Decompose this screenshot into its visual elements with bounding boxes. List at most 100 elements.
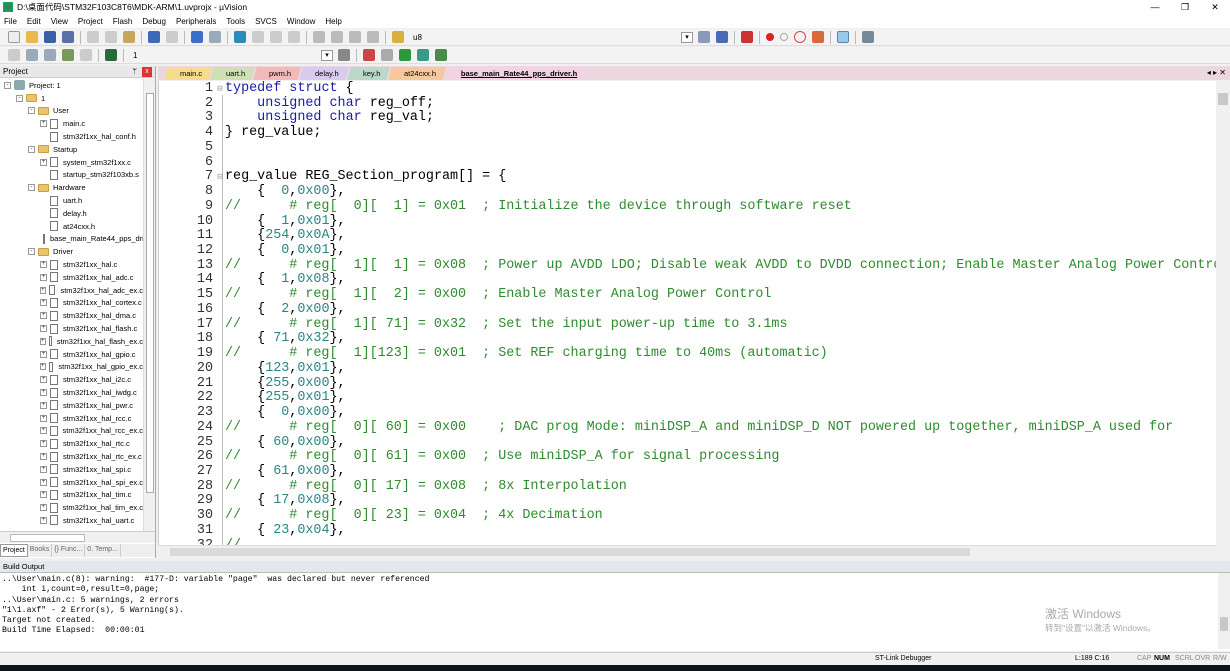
tree-file-item[interactable]: + system_stm32f1xx.c (0, 156, 143, 169)
menu-file[interactable]: File (4, 17, 17, 26)
collapse-icon[interactable]: - (16, 94, 23, 102)
insert-breakpoint-icon[interactable] (766, 33, 774, 41)
tree-file-item[interactable]: delay.h (0, 207, 143, 220)
rebuild-icon[interactable] (44, 49, 56, 61)
stop-build-icon[interactable] (80, 49, 92, 61)
collapse-icon[interactable]: - (28, 145, 35, 153)
expand-icon[interactable]: + (40, 337, 46, 345)
collapse-icon[interactable]: - (28, 248, 35, 256)
editor-tab[interactable]: main.c (164, 67, 212, 80)
code-editor[interactable]: 1 ⊟ typedef struct {2 unsigned char reg_of… (158, 81, 1216, 545)
editor-tab[interactable]: at24cxx.h (388, 67, 447, 80)
project-tab-1[interactable]: Books (28, 544, 53, 557)
clear-bookmarks-icon[interactable] (288, 31, 300, 43)
tree-file-item[interactable]: + stm32f1xx_hal_gpio_ex.c (0, 361, 143, 374)
expand-icon[interactable]: + (40, 389, 47, 397)
pin-icon[interactable]: ᛘ (132, 67, 137, 76)
save-all-icon[interactable] (62, 31, 74, 43)
kill-breakpoints-icon[interactable] (812, 31, 824, 43)
tree-folder-item[interactable]: - Startup (0, 143, 143, 156)
menu-peripherals[interactable]: Peripherals (176, 17, 216, 26)
tree-folder-item[interactable]: - User (0, 105, 143, 118)
editor-tab[interactable]: base_main_Rate44_pps_driver.h (444, 66, 587, 80)
expand-icon[interactable]: + (40, 325, 47, 333)
tree-file-item[interactable]: + stm32f1xx_hal_cortex.c (0, 297, 143, 310)
expand-icon[interactable]: + (40, 516, 47, 524)
tree-file-item[interactable]: + stm32f1xx_hal_rtc_ex.c (0, 450, 143, 463)
editor-tab[interactable]: delay.h (299, 67, 349, 80)
maximize-button[interactable]: ❐ (1170, 0, 1200, 14)
tree-file-item[interactable]: + stm32f1xx_hal_flash_ex.c (0, 335, 143, 348)
editor-tab[interactable]: key.h (347, 67, 391, 80)
menu-view[interactable]: View (51, 17, 68, 26)
tree-file-item[interactable]: + stm32f1xx_hal_dma.c (0, 309, 143, 322)
expand-icon[interactable]: + (40, 158, 47, 166)
tree-folder-item[interactable]: - Project: 1 (0, 79, 143, 92)
disable-breakpoints-icon[interactable] (794, 31, 806, 43)
translate-icon[interactable] (8, 49, 20, 61)
tree-folder-item[interactable]: - Hardware (0, 181, 143, 194)
navigate-back-icon[interactable] (191, 31, 203, 43)
open-file-icon[interactable] (26, 31, 38, 43)
indent-icon[interactable] (313, 31, 325, 43)
minimize-button[interactable]: — (1140, 0, 1170, 14)
tree-file-item[interactable]: + stm32f1xx_hal_spi.c (0, 463, 143, 476)
enable-breakpoint-icon[interactable] (780, 33, 788, 41)
expand-icon[interactable]: + (40, 453, 47, 460)
manage-project-items-icon[interactable] (363, 49, 375, 61)
find-combo[interactable]: u8 (413, 33, 673, 42)
tree-file-item[interactable]: + stm32f1xx_hal_iwdg.c (0, 386, 143, 399)
close-button[interactable]: ✕ (1200, 0, 1230, 14)
expand-icon[interactable]: + (40, 427, 47, 435)
menu-window[interactable]: Window (287, 17, 315, 26)
download-icon[interactable] (105, 49, 117, 61)
menu-help[interactable]: Help (325, 17, 341, 26)
expand-icon[interactable]: + (40, 299, 47, 307)
expand-icon[interactable]: + (40, 414, 47, 422)
find-icon[interactable] (698, 31, 710, 43)
project-tab-0[interactable]: Project (0, 544, 28, 557)
editor-vertical-scrollbar[interactable] (1216, 81, 1230, 545)
find-in-files-icon[interactable] (392, 31, 404, 43)
project-vertical-scrollbar[interactable] (143, 79, 155, 531)
menu-project[interactable]: Project (78, 17, 103, 26)
expand-icon[interactable]: + (40, 261, 47, 269)
expand-icon[interactable]: + (40, 465, 47, 473)
manage-multi-project-icon[interactable] (381, 49, 393, 61)
expand-icon[interactable]: + (40, 440, 47, 448)
next-bookmark-icon[interactable] (270, 31, 282, 43)
tree-file-item[interactable]: + stm32f1xx_hal_pwr.c (0, 399, 143, 412)
tree-file-item[interactable]: at24cxx.h (0, 220, 143, 233)
tree-file-item[interactable]: + stm32f1xx_hal_adc_ex.c (0, 284, 143, 297)
expand-icon[interactable]: + (40, 491, 47, 499)
bookmark-icon[interactable] (234, 31, 246, 43)
menu-tools[interactable]: Tools (226, 17, 245, 26)
comment-icon[interactable] (349, 31, 361, 43)
tree-file-item[interactable]: startup_stm32f103xb.s (0, 169, 143, 182)
project-tab-2[interactable]: {} Func... (52, 544, 86, 557)
paste-icon[interactable] (123, 31, 135, 43)
expand-icon[interactable]: + (40, 504, 47, 512)
window-layout-icon[interactable] (837, 31, 849, 43)
editor-tab[interactable]: uart.h (210, 67, 256, 80)
expand-icon[interactable]: + (40, 312, 47, 320)
debug-session-icon[interactable] (741, 31, 753, 43)
tree-file-item[interactable]: + stm32f1xx_hal_spi_ex.c (0, 476, 143, 489)
configure-icon[interactable] (862, 31, 874, 43)
tree-file-item[interactable]: + stm32f1xx_hal.c (0, 258, 143, 271)
build-output-scrollbar[interactable] (1218, 573, 1230, 649)
tree-file-item[interactable]: + stm32f1xx_hal_rcc.c (0, 412, 143, 425)
tree-file-item[interactable]: uart.h (0, 194, 143, 207)
manage-run-time-environment-icon[interactable] (399, 49, 411, 61)
target-dropdown[interactable]: ▾ (321, 49, 333, 61)
tree-folder-item[interactable]: -1 (0, 92, 143, 105)
tree-file-item[interactable]: base_main_Rate44_pps_driver.h (0, 233, 143, 246)
expand-icon[interactable]: + (40, 376, 47, 384)
target-select[interactable]: 1 (133, 51, 313, 60)
close-panel-button[interactable]: x (142, 67, 152, 77)
editor-horizontal-scrollbar[interactable] (158, 545, 1216, 557)
build-icon[interactable] (26, 49, 38, 61)
tree-file-item[interactable]: + stm32f1xx_hal_rtc.c (0, 437, 143, 450)
project-horizontal-scrollbar[interactable] (0, 531, 155, 543)
tree-file-item[interactable]: + stm32f1xx_hal_i2c.c (0, 373, 143, 386)
